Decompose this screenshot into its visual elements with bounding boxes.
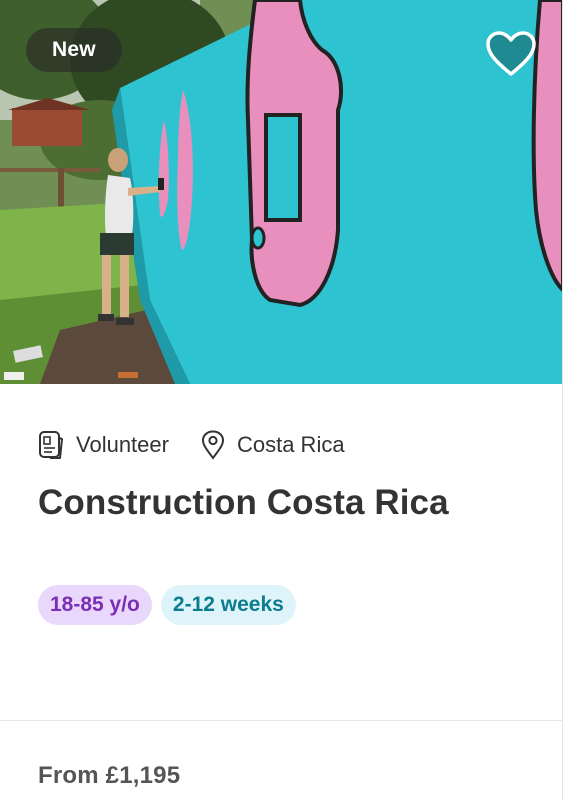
trip-location: Costa Rica <box>201 430 345 460</box>
trip-card[interactable]: New Volunteer Costa Rica Construction Co… <box>0 0 563 800</box>
id-card-icon <box>38 430 64 460</box>
trip-location-label: Costa Rica <box>236 432 345 457</box>
trip-photo[interactable]: New <box>0 0 562 384</box>
trip-type: Volunteer <box>38 430 169 460</box>
favourite-button[interactable] <box>483 26 539 82</box>
map-pin-icon <box>201 430 225 460</box>
trip-tags: 18-85 y/o 2-12 weeks <box>38 585 296 625</box>
age-range-tag: 18-85 y/o <box>38 585 152 625</box>
price-label: From £1,195 <box>38 762 181 789</box>
duration-tag: 2-12 weeks <box>160 585 296 625</box>
divider <box>0 720 562 721</box>
new-badge: New <box>26 28 122 72</box>
heart-icon <box>486 31 536 76</box>
trip-type-label: Volunteer <box>76 432 169 457</box>
trip-title[interactable]: Construction Costa Rica <box>38 483 449 523</box>
trip-meta: Volunteer Costa Rica <box>38 425 345 465</box>
